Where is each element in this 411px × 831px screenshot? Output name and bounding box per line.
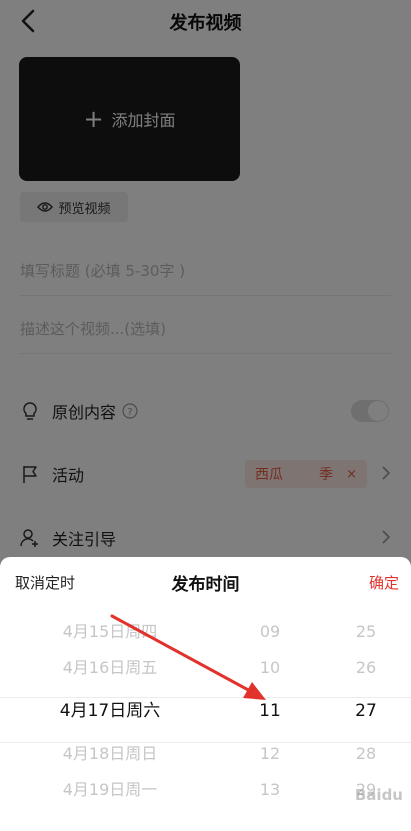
hour-option[interactable]: 10 bbox=[240, 650, 300, 686]
date-option[interactable]: 4月16日周五 bbox=[40, 650, 180, 686]
date-option[interactable]: 4月15日周四 bbox=[40, 614, 180, 650]
sheet-title: 发布时间 bbox=[171, 575, 240, 595]
confirm-button[interactable]: 确定 bbox=[369, 572, 399, 593]
publish-time-sheet: 取消定时 发布时间 确定 4月15日周四 4月16日周五 4月17日周六 4月1… bbox=[0, 557, 411, 831]
watermark-logo: Baidu bbox=[354, 786, 403, 804]
minute-option[interactable]: 28 bbox=[336, 736, 396, 772]
hour-option[interactable]: 13 bbox=[240, 772, 300, 808]
date-picker-column[interactable]: 4月15日周四 4月16日周五 4月17日周六 4月18日周日 4月19日周一 bbox=[40, 614, 180, 808]
hour-option[interactable]: 09 bbox=[240, 614, 300, 650]
hour-option-selected[interactable]: 11 bbox=[240, 686, 300, 736]
hour-picker-column[interactable]: 09 10 11 12 13 bbox=[240, 614, 300, 808]
date-option[interactable]: 4月19日周一 bbox=[40, 772, 180, 808]
minute-option[interactable]: 25 bbox=[336, 614, 396, 650]
minute-picker-column[interactable]: 25 26 27 28 29 bbox=[336, 614, 396, 808]
date-option[interactable]: 4月18日周日 bbox=[40, 736, 180, 772]
hour-option[interactable]: 12 bbox=[240, 736, 300, 772]
date-option-selected[interactable]: 4月17日周六 bbox=[40, 686, 180, 736]
minute-option[interactable]: 26 bbox=[336, 650, 396, 686]
minute-option-selected[interactable]: 27 bbox=[336, 686, 396, 736]
